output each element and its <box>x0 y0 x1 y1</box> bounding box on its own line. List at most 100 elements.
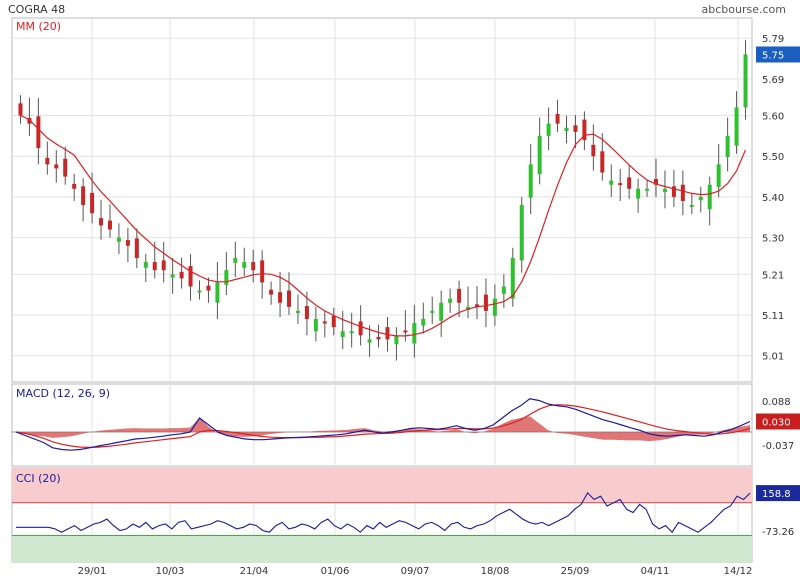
candle-body <box>412 323 417 344</box>
candle-body <box>716 164 721 188</box>
y-tick-label: 5.40 <box>762 193 784 204</box>
cci-legend: CCI (20) <box>16 472 61 485</box>
y-tick-label: 5.69 <box>762 75 784 86</box>
chart-title: COGRA 48 <box>8 3 66 16</box>
candle-body <box>358 321 363 336</box>
candle-body <box>269 289 274 295</box>
candle-body <box>707 184 712 210</box>
candle-body <box>394 335 399 345</box>
chart-svg: 5.79 5.69 5.60 5.50 5.40 5.30 5.21 5.11 5.01 5.75… <box>11 17 800 577</box>
candle-body <box>483 294 488 311</box>
candle-body <box>170 274 175 278</box>
candle-body <box>331 315 336 328</box>
candle-body <box>725 135 730 158</box>
candle-body <box>698 196 703 201</box>
macd-legend: MACD (12, 26, 9) <box>16 387 110 400</box>
candle-body <box>116 237 121 242</box>
candle-body <box>161 260 166 271</box>
macd-y-tick-label: -0.037 <box>762 441 794 452</box>
candle-body <box>295 310 300 313</box>
candle-body <box>636 188 641 199</box>
candle-body <box>143 262 148 268</box>
candle-body <box>591 144 596 157</box>
x-tick-label: 09/07 <box>401 566 430 577</box>
candle-body <box>662 188 667 193</box>
y-tick-label: 5.60 <box>762 112 784 123</box>
candle-body <box>224 270 229 285</box>
candle-body <box>188 266 193 287</box>
candle-body <box>564 127 569 131</box>
cci-overbought-zone <box>12 468 752 503</box>
candle-body <box>18 103 23 116</box>
candle-body <box>134 238 139 258</box>
candle-body <box>689 205 694 208</box>
candle-body <box>81 186 86 206</box>
candle-body <box>179 271 184 279</box>
candle-body <box>304 306 309 320</box>
cci-y-tick-label: -73.26 <box>762 527 794 538</box>
candle-body <box>72 183 77 189</box>
candle-body <box>349 331 354 334</box>
candle-body <box>63 158 68 177</box>
candle-body <box>287 290 292 307</box>
x-tick-label: 21/04 <box>240 566 269 577</box>
candle-body <box>322 321 327 324</box>
candle-body <box>430 310 435 313</box>
candle-body <box>376 336 381 340</box>
panel-frame-2 <box>11 383 753 467</box>
y-tick-label: 5.30 <box>762 234 784 245</box>
x-tick-label: 01/06 <box>321 566 350 577</box>
candle-body <box>367 339 372 343</box>
cci-oversold-zone <box>12 535 752 562</box>
candle-body <box>492 298 497 316</box>
x-tick-label: 29/01 <box>78 566 107 577</box>
candle-body <box>573 125 578 132</box>
y-tick-label: 5.11 <box>762 311 784 322</box>
candle-body <box>528 164 533 198</box>
candle-body <box>645 188 650 191</box>
candle-body <box>125 240 130 246</box>
macd-y-tick-label: 0.088 <box>762 397 791 408</box>
candle-body <box>609 180 614 185</box>
candle-body <box>680 184 685 201</box>
y-tick-label: 5.01 <box>762 352 784 363</box>
candle-body <box>457 288 462 303</box>
cci-last-value: 158.8 <box>762 489 791 500</box>
candle-body <box>242 262 247 268</box>
candle-body <box>627 177 632 189</box>
candle-body <box>403 330 408 333</box>
candle-body <box>36 116 41 149</box>
candle-body <box>99 218 104 226</box>
panel-frame-1 <box>11 17 753 383</box>
candle-body <box>278 292 283 303</box>
stock-chart: COGRA 48 abcbourse.com 5.79 5.69 5.60 5.50 5… <box>0 0 800 580</box>
x-tick-label: 04/11 <box>641 566 670 577</box>
x-tick-label: 14/12 <box>724 566 753 577</box>
candle-body <box>340 331 345 337</box>
candle-body <box>734 107 739 146</box>
candle-body <box>743 54 748 108</box>
candle-body <box>233 257 238 263</box>
candle-body <box>546 123 551 136</box>
x-tick-label: 25/09 <box>561 566 590 577</box>
candle-body <box>206 285 211 291</box>
source-label: abcbourse.com <box>701 3 786 16</box>
y-tick-label: 5.79 <box>762 34 784 45</box>
macd-last-value: 0.030 <box>762 418 791 429</box>
candle-body <box>421 319 426 326</box>
candle-body <box>107 220 112 230</box>
x-tick-label: 10/03 <box>156 566 185 577</box>
last-price-value: 5.75 <box>762 50 784 61</box>
candle-body <box>385 327 390 340</box>
candle-body <box>197 290 202 293</box>
candle-body <box>45 157 50 165</box>
candle-body <box>618 183 623 186</box>
candle-body <box>54 164 59 169</box>
candle-body <box>600 151 605 173</box>
ma20-legend: MM (20) <box>16 20 61 33</box>
candle-body <box>537 135 542 175</box>
candle-body <box>152 262 157 271</box>
candle-body <box>555 113 560 124</box>
candle-body <box>215 282 220 303</box>
y-tick-label: 5.50 <box>762 152 784 163</box>
